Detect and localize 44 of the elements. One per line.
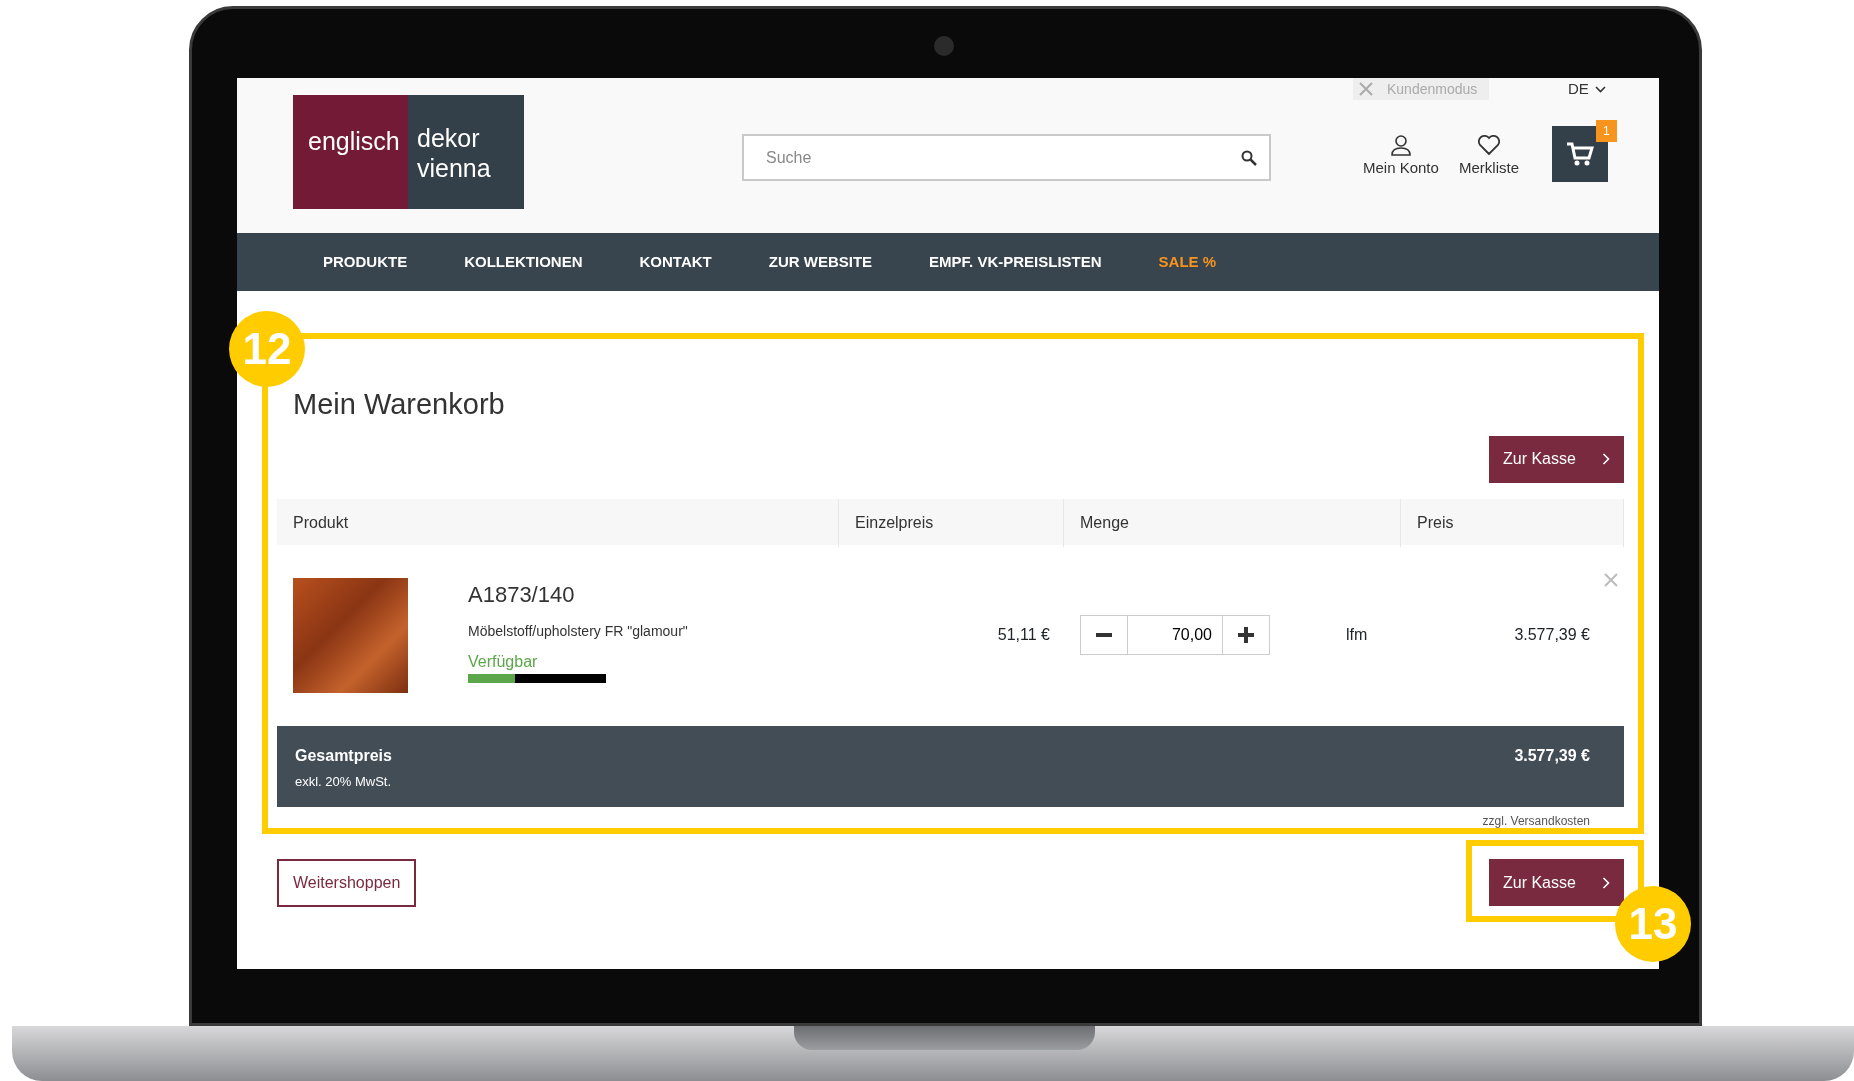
cart-icon[interactable] [1566, 141, 1594, 167]
chevron-down-icon[interactable] [1594, 85, 1606, 93]
unit-label: lfm [1346, 625, 1368, 646]
product-code[interactable]: A1873/140 [468, 577, 688, 611]
nav-link[interactable]: ZUR WEBSITE [768, 250, 873, 274]
search-icon[interactable] [1241, 150, 1257, 166]
quantity-stepper[interactable]: 70,00 [1080, 615, 1270, 656]
minus-icon[interactable] [1096, 633, 1112, 638]
header-link[interactable]: Mein Konto [1363, 134, 1439, 180]
header-link[interactable]: Merkliste [1459, 134, 1519, 180]
cart-count-badge: 1 [1596, 120, 1617, 142]
tax-note: exkl. 20% MwSt. [295, 772, 392, 791]
quantity-field[interactable]: 70,00 [1127, 616, 1223, 655]
column-header: Menge [1064, 498, 1401, 547]
heart-icon [1477, 134, 1501, 156]
person-icon [1389, 134, 1412, 156]
nav-link[interactable]: EMPF. VK-PREISLISTEN [929, 250, 1102, 274]
checkout-button[interactable]: Zur Kasse [1489, 859, 1624, 907]
logo-text: vienna [417, 153, 492, 183]
column-header: Produkt [277, 498, 839, 547]
nav-link[interactable]: KOLLEKTIONEN [464, 250, 583, 274]
chevron-icon [1602, 876, 1610, 889]
nav-link[interactable]: KONTAKT [639, 250, 712, 274]
line-price: 3.577,39 € [1514, 626, 1590, 644]
unit-price: 51,11 € [997, 626, 1050, 644]
search-field[interactable]: Suche [742, 134, 1271, 181]
availability-label: Verfügbar [468, 653, 539, 670]
column-header: Einzelpreis [839, 498, 1064, 547]
plus-icon[interactable] [1238, 627, 1254, 644]
cart-button[interactable] [1552, 126, 1608, 182]
logo-text: englisch [293, 95, 408, 209]
total-label: Gesamtpreis [295, 745, 392, 766]
product-description: Möbelstoff/upholstery FR "glamour" [468, 621, 688, 641]
chevron-icon [1602, 453, 1610, 466]
checkout-button[interactable]: Zur Kasse [1489, 435, 1624, 483]
continue-shopping-button[interactable]: Weitershoppen [277, 858, 417, 907]
page-title: Mein Warenkorb [293, 387, 506, 422]
column-header: Preis [1401, 498, 1624, 547]
nav-link[interactable]: SALE % [1158, 250, 1217, 274]
customer-mode-label: Kundenmodus [1387, 79, 1478, 99]
nav-link[interactable]: PRODUKTE [323, 250, 408, 274]
logo-text: dekor [417, 123, 481, 153]
total-price: 3.577,39 € [1514, 745, 1590, 766]
language-select[interactable]: DE [1568, 78, 1606, 101]
